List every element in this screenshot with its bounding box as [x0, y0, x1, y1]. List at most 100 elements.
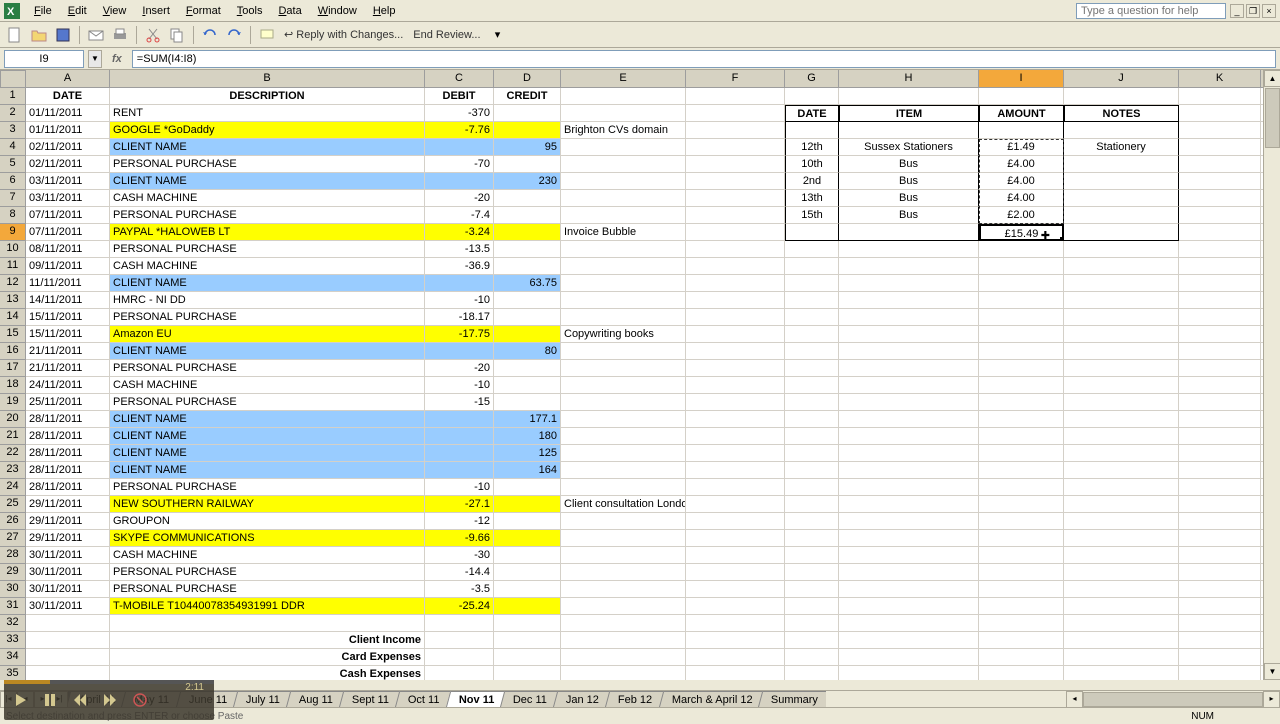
cell-I4[interactable]: £1.49 — [979, 139, 1064, 156]
cell-D31[interactable] — [494, 598, 561, 615]
cell-I10[interactable] — [979, 241, 1064, 258]
cell-A33[interactable] — [26, 632, 110, 649]
cell-B22[interactable]: CLIENT NAME — [110, 445, 425, 462]
menu-file[interactable]: File — [26, 3, 60, 19]
cell-A11[interactable]: 09/11/2011 — [26, 258, 110, 275]
cell-J32[interactable] — [1064, 615, 1179, 632]
cell-G22[interactable] — [785, 445, 839, 462]
cell-B30[interactable]: PERSONAL PURCHASE — [110, 581, 425, 598]
cell-B19[interactable]: PERSONAL PURCHASE — [110, 394, 425, 411]
cell-J4[interactable]: Stationery — [1064, 139, 1179, 156]
cell-C25[interactable]: -27.1 — [425, 496, 494, 513]
cell-K17[interactable] — [1179, 360, 1261, 377]
cell-C5[interactable]: -70 — [425, 156, 494, 173]
cell-D12[interactable]: 63.75 — [494, 275, 561, 292]
cell-K33[interactable] — [1179, 632, 1261, 649]
cell-H10[interactable] — [839, 241, 979, 258]
cell-I30[interactable] — [979, 581, 1064, 598]
cell-A26[interactable]: 29/11/2011 — [26, 513, 110, 530]
cell-G18[interactable] — [785, 377, 839, 394]
cell-C31[interactable]: -25.24 — [425, 598, 494, 615]
cell-A28[interactable]: 30/11/2011 — [26, 547, 110, 564]
cell-A18[interactable]: 24/11/2011 — [26, 377, 110, 394]
cell-C34[interactable] — [425, 649, 494, 666]
cell-F12[interactable] — [686, 275, 785, 292]
col-header-J[interactable]: J — [1064, 70, 1179, 88]
cell-G14[interactable] — [785, 309, 839, 326]
cell-C33[interactable] — [425, 632, 494, 649]
sheet-tab-sept-11[interactable]: Sept 11 — [339, 691, 403, 708]
cell-B10[interactable]: PERSONAL PURCHASE — [110, 241, 425, 258]
cell-D3[interactable] — [494, 122, 561, 139]
cell-A8[interactable]: 07/11/2011 — [26, 207, 110, 224]
row-header-7[interactable]: 7 — [0, 190, 26, 207]
cell-A5[interactable]: 02/11/2011 — [26, 156, 110, 173]
cell-D33[interactable] — [494, 632, 561, 649]
cell-K23[interactable] — [1179, 462, 1261, 479]
cell-D27[interactable] — [494, 530, 561, 547]
cell-F13[interactable] — [686, 292, 785, 309]
cell-H1[interactable] — [839, 88, 979, 105]
col-header-E[interactable]: E — [561, 70, 686, 88]
close-button[interactable]: × — [1262, 4, 1276, 18]
cell-D22[interactable]: 125 — [494, 445, 561, 462]
cell-H27[interactable] — [839, 530, 979, 547]
scroll-down-button[interactable]: ▼ — [1264, 663, 1280, 680]
cell-E31[interactable] — [561, 598, 686, 615]
row-header-27[interactable]: 27 — [0, 530, 26, 547]
row-header-12[interactable]: 12 — [0, 275, 26, 292]
cell-C26[interactable]: -12 — [425, 513, 494, 530]
cell-C4[interactable] — [425, 139, 494, 156]
cell-D28[interactable] — [494, 547, 561, 564]
formula-input[interactable] — [132, 50, 1276, 68]
cell-F16[interactable] — [686, 343, 785, 360]
cell-J28[interactable] — [1064, 547, 1179, 564]
cell-G7[interactable]: 13th — [785, 190, 839, 207]
restore-button[interactable]: ❐ — [1246, 4, 1260, 18]
fx-icon[interactable]: fx — [106, 53, 128, 65]
cell-K12[interactable] — [1179, 275, 1261, 292]
hscroll-left-button[interactable]: ◂ — [1066, 691, 1083, 708]
cell-E17[interactable] — [561, 360, 686, 377]
cell-B21[interactable]: CLIENT NAME — [110, 428, 425, 445]
scroll-thumb[interactable] — [1265, 88, 1280, 148]
cell-K28[interactable] — [1179, 547, 1261, 564]
sheet-tab-nov-11[interactable]: Nov 11 — [446, 691, 508, 708]
menu-data[interactable]: Data — [270, 3, 309, 19]
cell-E24[interactable] — [561, 479, 686, 496]
cell-G17[interactable] — [785, 360, 839, 377]
cell-B20[interactable]: CLIENT NAME — [110, 411, 425, 428]
cell-F26[interactable] — [686, 513, 785, 530]
menu-format[interactable]: Format — [178, 3, 229, 19]
cell-E3[interactable]: Brighton CVs domain — [561, 122, 686, 139]
sheet-tab-jan-12[interactable]: Jan 12 — [553, 691, 613, 708]
cell-K13[interactable] — [1179, 292, 1261, 309]
mail-icon[interactable] — [85, 24, 107, 46]
cell-A15[interactable]: 15/11/2011 — [26, 326, 110, 343]
cell-A27[interactable]: 29/11/2011 — [26, 530, 110, 547]
cell-I27[interactable] — [979, 530, 1064, 547]
cell-H30[interactable] — [839, 581, 979, 598]
row-header-3[interactable]: 3 — [0, 122, 26, 139]
cell-F30[interactable] — [686, 581, 785, 598]
cell-G35[interactable] — [785, 666, 839, 680]
row-header-31[interactable]: 31 — [0, 598, 26, 615]
hscroll-track[interactable] — [1083, 692, 1263, 707]
cell-A4[interactable]: 02/11/2011 — [26, 139, 110, 156]
row-header-13[interactable]: 13 — [0, 292, 26, 309]
cell-H6[interactable]: Bus — [839, 173, 979, 190]
cell-G24[interactable] — [785, 479, 839, 496]
cell-J17[interactable] — [1064, 360, 1179, 377]
menu-help[interactable]: Help — [365, 3, 404, 19]
cell-D34[interactable] — [494, 649, 561, 666]
cell-B24[interactable]: PERSONAL PURCHASE — [110, 479, 425, 496]
cell-I2[interactable]: AMOUNT — [979, 105, 1064, 122]
hscroll-right-button[interactable]: ▸ — [1263, 691, 1280, 708]
row-header-18[interactable]: 18 — [0, 377, 26, 394]
cell-B3[interactable]: GOOGLE *GoDaddy — [110, 122, 425, 139]
sheet-tab-aug-11[interactable]: Aug 11 — [286, 691, 347, 708]
cell-J19[interactable] — [1064, 394, 1179, 411]
new-file-icon[interactable] — [4, 24, 26, 46]
cell-I6[interactable]: £4.00 — [979, 173, 1064, 190]
cell-G32[interactable] — [785, 615, 839, 632]
